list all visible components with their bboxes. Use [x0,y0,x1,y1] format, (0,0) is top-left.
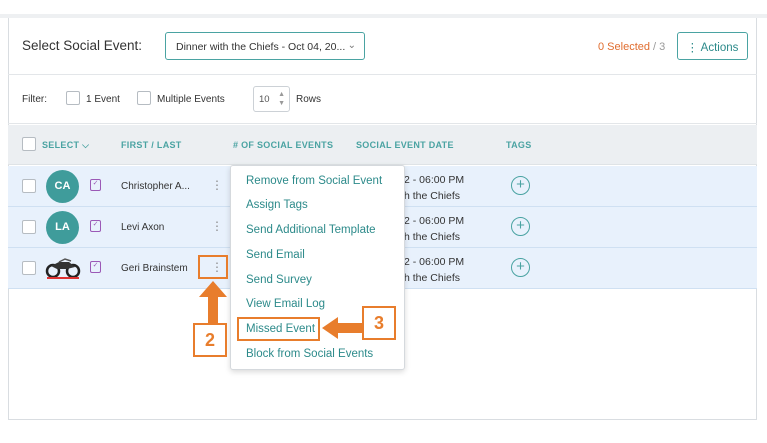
select-all-checkbox[interactable] [22,137,36,151]
rows-label: Rows [296,94,322,105]
column-select[interactable]: SELECT ⌵ [42,140,89,151]
event-date-time: 2 - 06:00 PM [404,215,465,227]
step-2-badge: 2 [193,323,227,357]
motorcycle-avatar-image [45,258,81,279]
highlight-missed-event [237,317,320,341]
social-event-select[interactable]: Dinner with the Chiefs - Oct 04, 20... ⌄ [165,32,365,60]
event-date-name: h the Chiefs [404,231,461,243]
menu-item-send-additional-template[interactable]: Send Additional Template [246,224,376,236]
page-header: Select Social Event: Dinner with the Chi… [8,18,757,75]
chevron-down-icon: ⌄ [347,40,356,51]
menu-item-block-from-social-events[interactable]: Block from Social Events [246,348,373,360]
row-checkbox[interactable] [22,179,36,193]
row-checkbox[interactable] [22,220,36,234]
column-first-last[interactable]: FIRST / LAST [121,140,182,150]
selected-total: / 3 [649,41,666,53]
table-header: SELECT ⌵ FIRST / LAST # OF SOCIAL EVENTS… [8,125,757,165]
rows-per-page-stepper[interactable]: 10 ▲ ▼ [253,86,290,112]
stepper-arrows-icon[interactable]: ▲ ▼ [278,90,285,108]
social-event-select-value: Dinner with the Chiefs - Oct 04, 20... [176,41,346,53]
event-date-name: h the Chiefs [404,190,461,202]
contact-name[interactable]: Geri Brainstem [121,263,188,274]
filter-multiple-events-checkbox[interactable] [137,91,151,105]
column-social-events-count[interactable]: # OF SOCIAL EVENTS [233,140,333,150]
event-date-time: 2 - 06:00 PM [404,174,465,186]
selected-counter: 0 Selected / 3 [598,41,665,53]
filter-1-event-checkbox[interactable] [66,91,80,105]
menu-item-send-email[interactable]: Send Email [246,249,305,261]
menu-item-send-survey[interactable]: Send Survey [246,274,312,286]
avatar: LA [46,211,79,244]
menu-item-view-email-log[interactable]: View Email Log [246,298,325,310]
event-date: 2 - 06:00 PM h the Chiefs [404,254,464,286]
step-3-badge: 3 [362,306,396,340]
event-date: 2 - 06:00 PM h the Chiefs [404,172,464,204]
calendar-check-icon[interactable]: ✓ [90,261,101,273]
row-menu-icon[interactable]: ⋮ [211,178,223,192]
add-tag-icon[interactable]: + [511,217,530,236]
menu-item-remove-from-social-event[interactable]: Remove from Social Event [246,175,382,187]
column-tags: TAGS [506,140,532,150]
filter-multiple-events-label: Multiple Events [157,94,225,105]
filter-label: Filter: [22,94,47,105]
left-arrow-icon [322,317,364,339]
add-tag-icon[interactable]: + [511,258,530,277]
contact-name[interactable]: Christopher A... [121,181,190,192]
contact-name[interactable]: Levi Axon [121,222,164,233]
row-menu-icon[interactable]: ⋮ [211,219,223,233]
column-social-event-date[interactable]: SOCIAL EVENT DATE [356,140,454,150]
page-title: Select Social Event: [22,38,143,53]
filter-1-event-label: 1 Event [86,94,120,105]
row-checkbox[interactable] [22,261,36,275]
event-date-time: 2 - 06:00 PM [404,256,465,268]
filter-bar: Filter: 1 Event Multiple Events 10 ▲ ▼ Ro… [8,76,757,124]
menu-item-assign-tags[interactable]: Assign Tags [246,199,308,211]
calendar-check-icon[interactable]: ✓ [90,179,101,191]
up-arrow-icon [199,281,227,323]
add-tag-icon[interactable]: + [511,176,530,195]
event-date-name: h the Chiefs [404,272,461,284]
calendar-check-icon[interactable]: ✓ [90,220,101,232]
avatar: CA [46,170,79,203]
selected-count: 0 Selected [598,41,650,53]
event-date: 2 - 06:00 PM h the Chiefs [404,213,464,245]
actions-button[interactable]: ⋮ Actions [677,32,748,60]
rows-value: 10 [259,94,270,105]
highlight-row-menu [198,255,228,279]
